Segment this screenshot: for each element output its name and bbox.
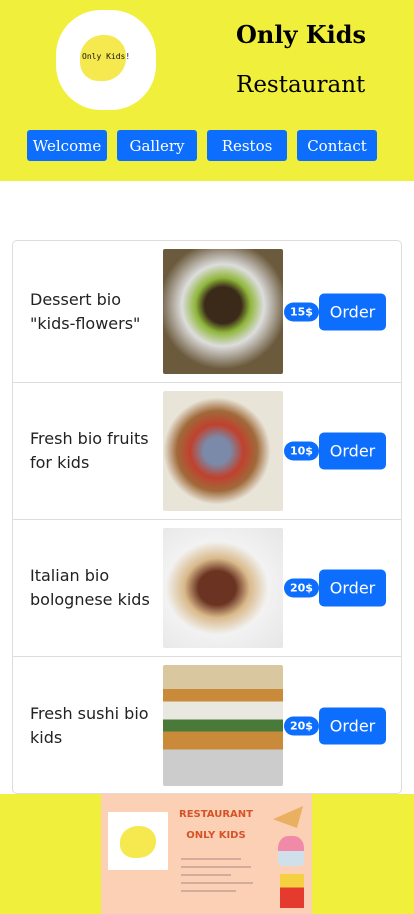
order-button[interactable]: Order [319, 569, 386, 607]
footer-business-card: RESTAURANT ONLY KIDS [101, 794, 312, 914]
sushi-image [163, 665, 283, 786]
price-badge: 15$ [284, 302, 319, 321]
nav-contact-button[interactable]: Contact [297, 130, 377, 161]
item-name: Dessert bio "kids-flowers" [30, 289, 141, 333]
price-badge: 20$ [284, 578, 319, 598]
price-badge: 10$ [284, 441, 319, 461]
footer-subtitle: ONLY KIDS [186, 830, 246, 841]
item-name: Fresh sushi bio kids [30, 703, 149, 747]
menu-list: Dessert bio "kids-flowers" 15$ Order Fre… [12, 240, 402, 794]
logo-text: Only Kids! [82, 52, 131, 61]
footer-logo [108, 812, 168, 870]
logo[interactable]: Only Kids! [56, 10, 156, 110]
nav-welcome-button[interactable]: Welcome [27, 130, 107, 161]
nav-restos-button[interactable]: Restos [207, 130, 287, 161]
fries-icon [280, 874, 304, 908]
dessert-image [163, 249, 283, 374]
fruit-bowl-image [163, 391, 283, 511]
cupcake-icon [278, 836, 304, 866]
header: Only Kids! Only Kids Restaurant Welcome … [0, 0, 414, 181]
order-button[interactable]: Order [319, 293, 386, 330]
menu-item: Fresh sushi bio kids 20$ Order [13, 657, 401, 794]
nav-gallery-button[interactable]: Gallery [117, 130, 197, 161]
pasta-image [163, 528, 283, 648]
menu-item: Fresh bio fruits for kids 10$ Order [13, 383, 401, 520]
order-button[interactable]: Order [319, 432, 386, 470]
menu-item: Dessert bio "kids-flowers" 15$ Order [13, 241, 401, 383]
site-subtitle: Restaurant [236, 72, 366, 98]
pizza-icon [273, 806, 303, 828]
item-name: Fresh bio fruits for kids [30, 429, 149, 472]
menu-item: Italian bio bolognese kids 20$ Order [13, 520, 401, 657]
price-badge: 20$ [284, 716, 319, 735]
footer: RESTAURANT ONLY KIDS [0, 794, 414, 914]
site-title: Only Kids [236, 20, 367, 49]
item-name: Italian bio bolognese kids [30, 566, 150, 609]
footer-title: RESTAURANT [179, 809, 253, 820]
order-button[interactable]: Order [319, 707, 386, 744]
